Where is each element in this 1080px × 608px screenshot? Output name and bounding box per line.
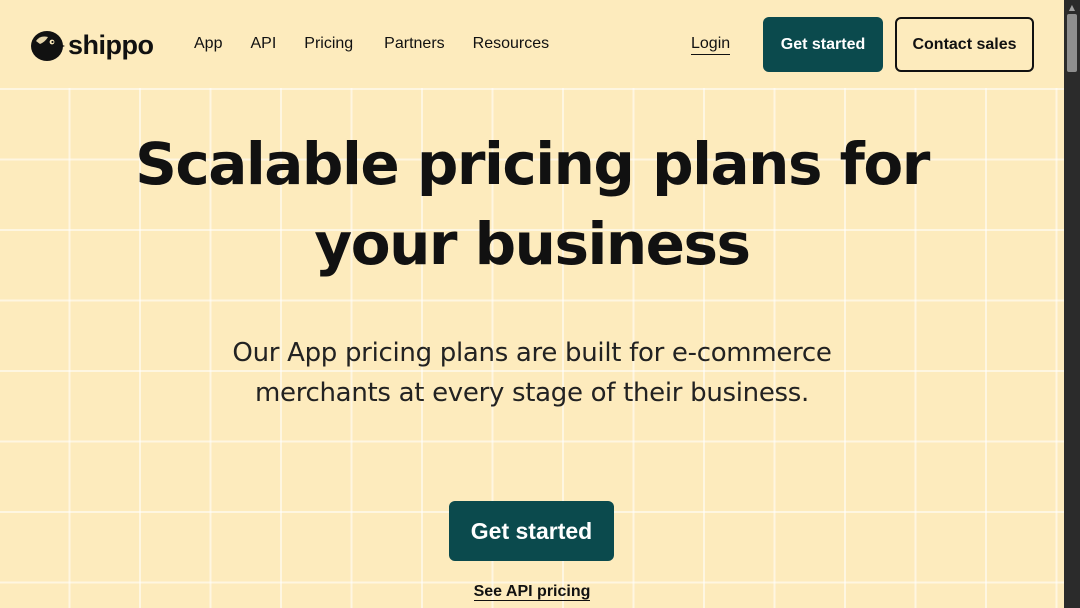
nav-item-partners[interactable]: Partners (384, 35, 444, 53)
hero-title-line-2: your business (314, 210, 751, 278)
get-started-button[interactable]: Get started (763, 17, 883, 72)
see-api-pricing-link[interactable]: See API pricing (473, 583, 591, 601)
hero-title: Scalable pricing plans for your business (0, 124, 1064, 284)
hero-title-line-1: Scalable pricing plans for (135, 130, 930, 198)
nav-item-app[interactable]: App (194, 35, 222, 53)
site-header: shippo App API Pricing Partners Resource… (0, 0, 1064, 88)
nav-item-resources[interactable]: Resources (473, 35, 549, 53)
hero-subtitle-line-1: Our App pricing plans are built for e-co… (232, 338, 832, 368)
contact-sales-button[interactable]: Contact sales (895, 17, 1034, 72)
api-pricing-link-container: See API pricing (0, 583, 1064, 601)
hero-subtitle-line-2: merchants at every stage of their busine… (254, 378, 810, 408)
nav-item-api[interactable]: API (250, 35, 276, 53)
hero-subtitle: Our App pricing plans are built for e-co… (0, 333, 1064, 413)
logo-wordmark: shippo (68, 29, 154, 60)
nav-item-pricing[interactable]: Pricing (304, 35, 353, 53)
shippo-logo[interactable]: shippo (30, 27, 154, 63)
main-nav: App API Pricing Partners Resources (194, 35, 577, 53)
login-link[interactable]: Login (691, 35, 731, 55)
hero-get-started-button[interactable]: Get started (449, 501, 614, 561)
shippo-bird-logo-icon (30, 28, 66, 62)
scroll-up-arrow-icon[interactable]: ▲ (1064, 1, 1080, 13)
vertical-scrollbar[interactable]: ▲ (1064, 0, 1080, 608)
scrollbar-thumb[interactable] (1067, 14, 1077, 72)
